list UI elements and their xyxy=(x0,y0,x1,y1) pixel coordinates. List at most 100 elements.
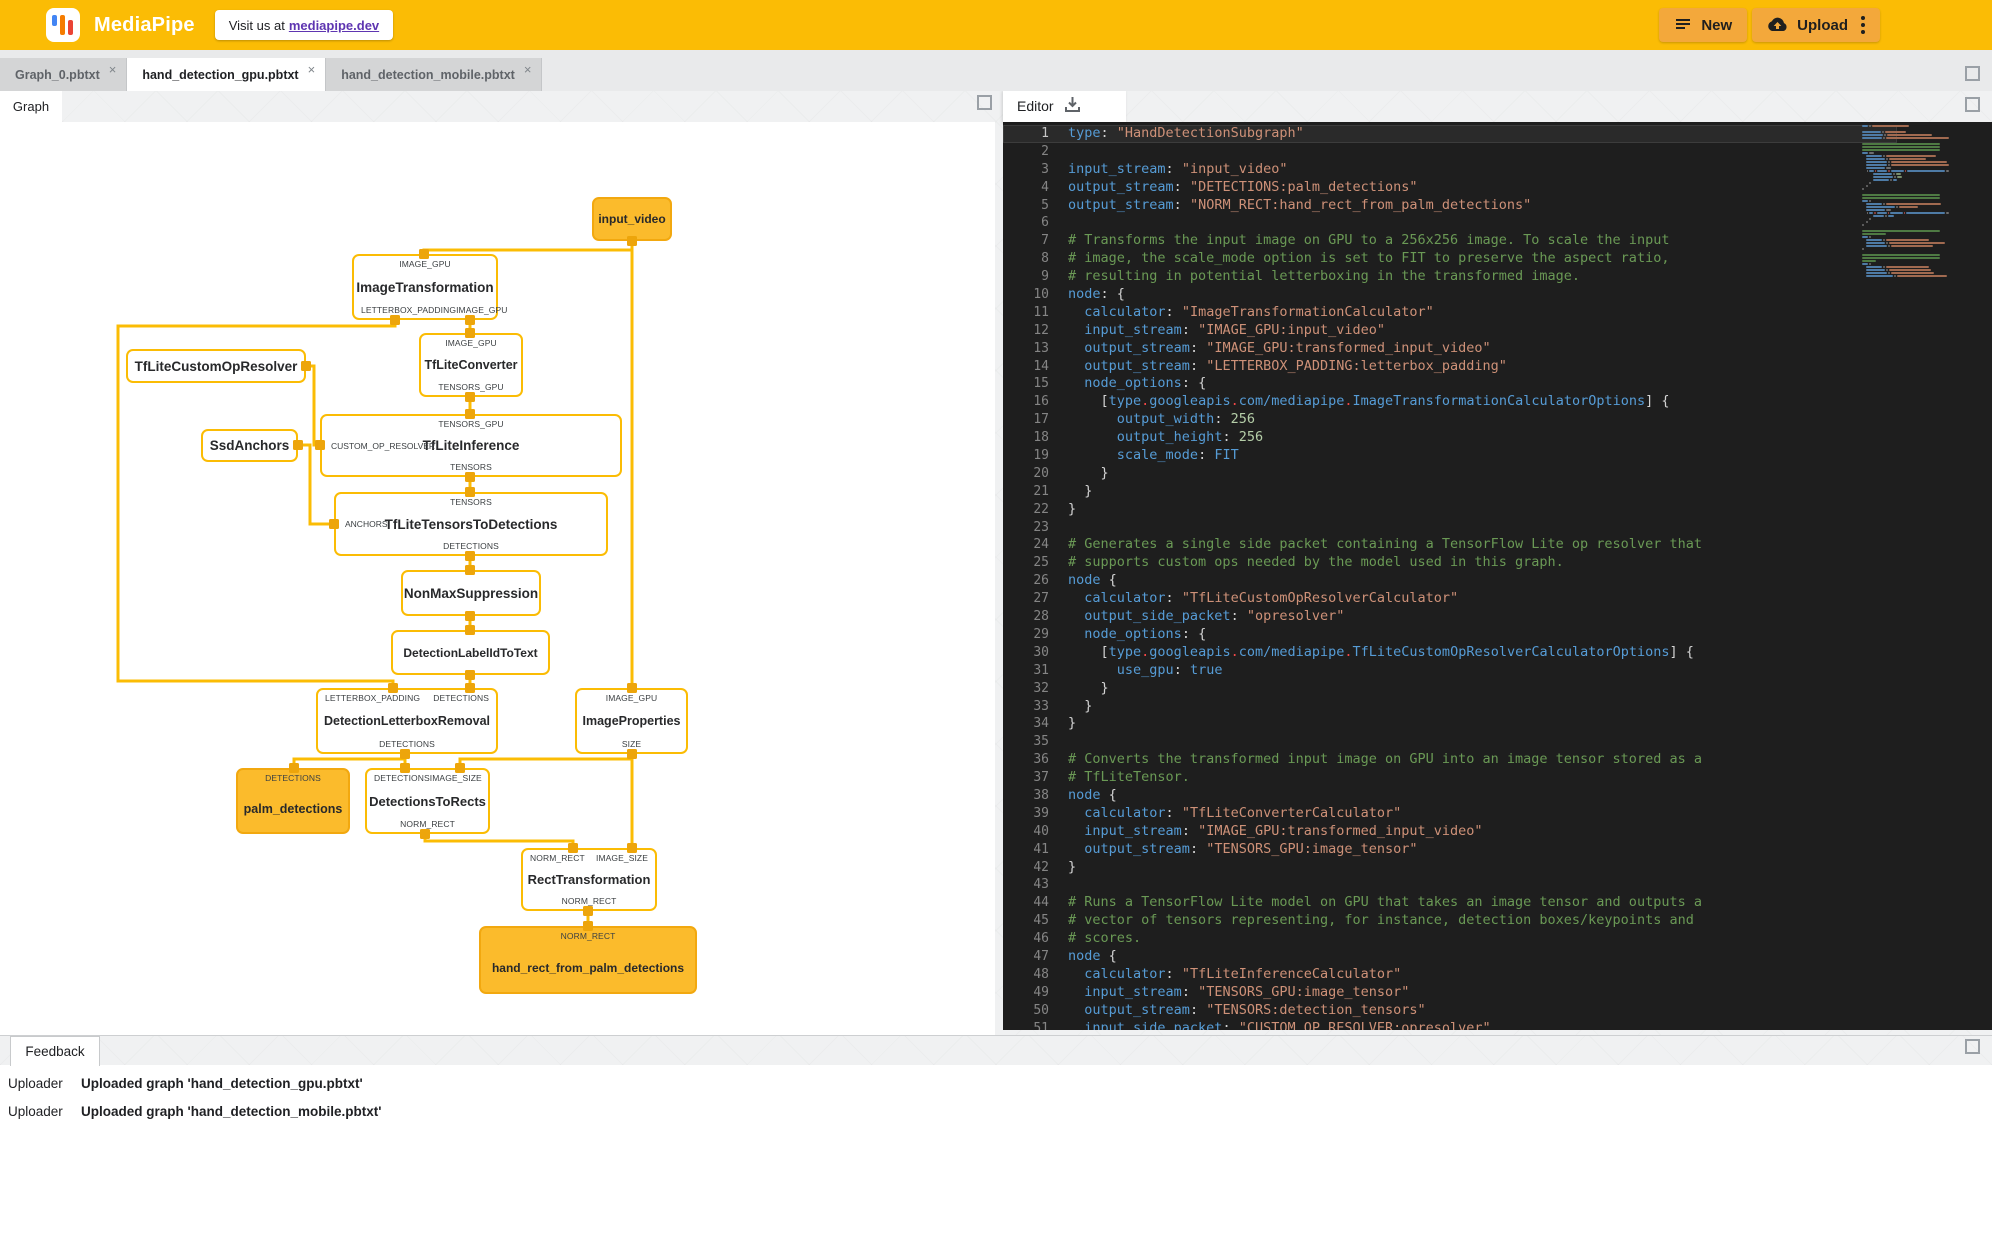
port-square xyxy=(465,683,475,693)
close-tab-icon[interactable]: × xyxy=(524,62,532,77)
code-lines[interactable]: 1 type: "HandDetectionSubgraph" 2 3 input_st… xyxy=(1003,122,1897,1030)
code-line: 28 output_side_packet: "opresolver" xyxy=(1003,608,1897,626)
code-line: 22} xyxy=(1003,501,1897,519)
graph-node-RectTransformation[interactable]: NORM_RECT IMAGE_SIZE RectTransformation NOR… xyxy=(521,848,657,911)
port-label: ANCHORS xyxy=(345,519,388,529)
graph-node-TfLiteTensorsToDetections[interactable]: TENSORS ANCHORS TfLiteTensorsToDetections D… xyxy=(334,492,608,556)
maximize-graph-panel-icon[interactable] xyxy=(977,95,992,110)
code-line: 36 # Converts the transformed input image… xyxy=(1003,751,1897,769)
visit-chip[interactable]: Visit us at mediapipe.dev xyxy=(214,10,394,40)
tab-feedback[interactable]: Feedback xyxy=(10,1036,100,1066)
graph-node-DetectionsToRects[interactable]: DETECTIONS IMAGE_SIZE DetectionsToRects NOR… xyxy=(365,768,490,834)
graph-node-TfLiteCustomOpResolver[interactable]: TfLiteCustomOpResolver xyxy=(126,349,306,383)
line-number: 38 xyxy=(1033,787,1049,803)
graph-node-ImageTransformation[interactable]: IMAGE_GPU ImageTransformation LETTERBOX_PA… xyxy=(352,254,507,320)
graph-node-DetectionLabelIdToText[interactable]: DetectionLabelIdToText xyxy=(391,630,550,675)
code-line: 14 output_stream: "LETTERBOX_PADDING:let… xyxy=(1003,358,1897,376)
code-line: 5 output_stream: "NORM_RECT:hand_rect_fro… xyxy=(1003,197,1897,215)
graph-node-hand_rect_from_palm_detections[interactable]: NORM_RECT hand_rect_from_palm_detections xyxy=(479,926,697,994)
graph-node-DetectionLetterboxRemoval[interactable]: LETTERBOX_PADDING DETECTIONS DetectionLett… xyxy=(316,688,498,754)
graph-node-palm_detections[interactable]: DETECTIONS palm_detections xyxy=(236,768,350,834)
maximize-editor-panel-icon[interactable] xyxy=(1965,97,1980,112)
graph-node-NonMaxSuppression[interactable]: NonMaxSuppression xyxy=(401,570,541,616)
editor-tab-label: Editor xyxy=(1017,98,1054,114)
line-number: 34 xyxy=(1033,716,1049,732)
doc-tab-hand_detection_gpu.pbtxt[interactable]: hand_detection_gpu.pbtxt × xyxy=(127,58,327,91)
line-number: 25 xyxy=(1033,555,1049,571)
code-line: 44 # Runs a TensorFlow Lite model on GPU … xyxy=(1003,894,1897,912)
code-line: 20 } xyxy=(1003,465,1897,483)
code-line: 33 } xyxy=(1003,698,1897,716)
code-line: 3 input_stream: "input_video" xyxy=(1003,161,1897,179)
node-title: TfLiteConverter xyxy=(424,358,518,372)
port-square xyxy=(315,440,325,450)
line-number: 17 xyxy=(1033,412,1049,428)
code-line: 12 input_stream: "IMAGE_GPU:input_video" xyxy=(1003,322,1897,340)
graph-node-ImageProperties[interactable]: IMAGE_GPU ImageProperties SIZE xyxy=(575,688,688,754)
code-line: 37 # TfLiteTensor. xyxy=(1003,769,1897,787)
graph-canvas[interactable]: input_video IMAGE_GPU ImageTransformation L… xyxy=(0,122,995,1035)
port-square xyxy=(455,763,465,773)
line-number: 10 xyxy=(1033,287,1049,303)
graph-node-TfLiteInference[interactable]: TENSORS_GPU CUSTOM_OP_RESOLVER TfLiteInfer… xyxy=(320,414,622,477)
line-number: 11 xyxy=(1033,304,1049,320)
port-label: IMAGE_SIZE xyxy=(429,773,482,783)
port-square xyxy=(390,315,400,325)
upload-button[interactable]: Upload xyxy=(1752,8,1880,42)
code-line: 42} xyxy=(1003,859,1897,877)
port-label: NORM_RECT xyxy=(561,896,617,906)
port-label: IMAGE_GPU xyxy=(445,338,497,348)
code-line: 49 input_stream: "TENSORS_GPU:image_tens… xyxy=(1003,984,1897,1002)
code-line: 1 type: "HandDetectionSubgraph" xyxy=(1003,125,1897,143)
code-line: 29 node_options: { xyxy=(1003,626,1897,644)
line-number: 28 xyxy=(1033,609,1049,625)
port-label: IMAGE_GPU xyxy=(456,305,508,315)
line-number: 33 xyxy=(1033,698,1049,714)
graph-node-TfLiteConverter[interactable]: IMAGE_GPU TfLiteConverter TENSORS_GPU xyxy=(419,333,523,397)
node-title: RectTransformation xyxy=(527,872,651,887)
code-line: 17 output_width: 256 xyxy=(1003,411,1897,429)
line-number: 24 xyxy=(1033,537,1049,553)
port-label: NORM_RECT xyxy=(530,853,585,863)
port-square xyxy=(400,749,410,759)
close-tab-icon[interactable]: × xyxy=(308,62,316,77)
graph-edge xyxy=(306,364,320,447)
code-editor[interactable]: 1 type: "HandDetectionSubgraph" 2 3 input_st… xyxy=(1003,122,1992,1030)
line-number: 9 xyxy=(1041,269,1049,285)
port-label: DETECTIONS xyxy=(379,739,435,749)
tab-graph[interactable]: Graph xyxy=(0,91,62,122)
tab-editor[interactable]: Editor xyxy=(1003,90,1126,122)
doc-tab-hand_detection_mobile.pbtxt[interactable]: hand_detection_mobile.pbtxt × xyxy=(326,58,543,91)
line-number: 23 xyxy=(1033,519,1049,535)
port-square xyxy=(465,670,475,680)
code-line: 16 [type.googleapis.com/mediapipe.ImageT… xyxy=(1003,393,1897,411)
close-tab-icon[interactable]: × xyxy=(109,62,117,77)
editor-minimap[interactable] xyxy=(1862,125,1950,278)
download-icon[interactable] xyxy=(1064,96,1081,116)
code-line: 47 node { xyxy=(1003,948,1897,966)
code-line: 26 node { xyxy=(1003,572,1897,590)
port-label: NORM_RECT xyxy=(560,931,616,941)
port-square xyxy=(465,472,475,482)
maximize-feedback-panel-icon[interactable] xyxy=(1965,1039,1980,1054)
port-label: IMAGE_SIZE xyxy=(595,853,648,863)
graph-edge xyxy=(423,834,575,848)
upload-menu-kebab-icon[interactable] xyxy=(1861,16,1865,34)
maximize-window-icon[interactable] xyxy=(1965,66,1980,81)
port-square xyxy=(329,519,339,529)
app-header: MediaPipe Visit us at mediapipe.dev New … xyxy=(0,0,1992,50)
port-label: TENSORS xyxy=(450,462,492,472)
feedback-source: Uploader xyxy=(8,1075,63,1091)
port-label: DETECTIONS xyxy=(265,773,321,783)
code-line: 13 output_stream: "IMAGE_GPU:transformed… xyxy=(1003,340,1897,358)
new-button[interactable]: New xyxy=(1659,8,1748,42)
line-number: 48 xyxy=(1033,966,1049,982)
port-label: SIZE xyxy=(621,739,642,749)
line-number: 37 xyxy=(1033,770,1049,786)
mediapipe-dev-link[interactable]: mediapipe.dev xyxy=(289,18,379,33)
document-tab-bar: Graph_0.pbtxt × hand_detection_gpu.pbtxt × h… xyxy=(0,50,1992,91)
graph-node-input_video[interactable]: input_video xyxy=(592,197,672,241)
doc-tab-Graph_0.pbtxt[interactable]: Graph_0.pbtxt × xyxy=(0,58,128,91)
port-square xyxy=(465,487,475,497)
graph-node-SsdAnchors[interactable]: SsdAnchors xyxy=(201,429,298,462)
